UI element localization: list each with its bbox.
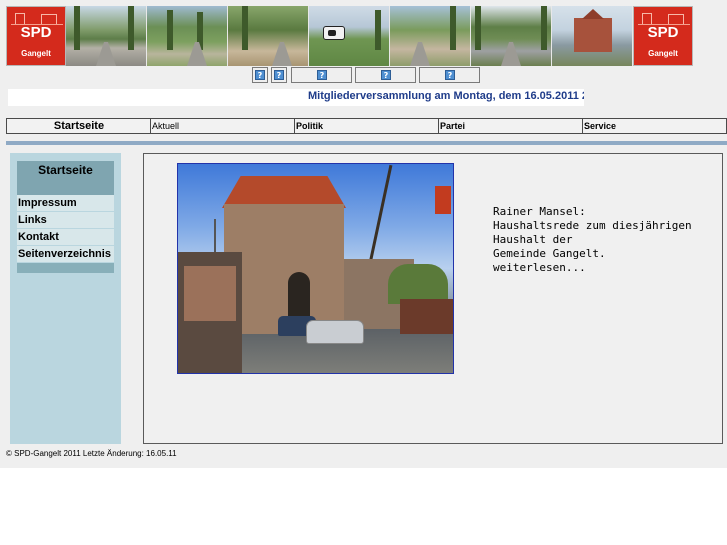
broken-image-icon: ? (445, 70, 455, 80)
town-skyline-icon (638, 11, 690, 25)
quicklink-3[interactable]: ? (291, 67, 352, 83)
spd-logo-left[interactable]: SPD Gangelt (6, 6, 66, 66)
sidebar-item-seitenverzeichnis[interactable]: Seitenverzeichnis (17, 246, 114, 263)
silver-car (306, 320, 364, 344)
nav-item-service[interactable]: Service (583, 119, 726, 133)
cow-icon (323, 26, 345, 40)
town-gate-tower-photo[interactable] (177, 163, 454, 374)
nav-item-aktuell[interactable]: Aktuell (151, 119, 295, 133)
teaser-line: Haushaltsrede zum diesjährigen (493, 219, 692, 232)
banner-photo-5 (390, 6, 471, 66)
shopfront (178, 252, 242, 373)
logo-brand: SPD (647, 24, 679, 41)
tower-gate (288, 272, 310, 322)
main-nav: Startseite Aktuell Politik Partei Servic… (6, 118, 727, 134)
quicklink-row: ? ? ? ? ? (0, 67, 727, 85)
banner-photo-6 (471, 6, 552, 66)
teaser-line: Gemeinde Gangelt. (493, 247, 606, 260)
footer-text: © SPD-Gangelt 2011 Letzte Änderung: 16.0… (6, 449, 177, 458)
sidebar-end-bar (17, 263, 114, 273)
banner-photo-1 (66, 6, 147, 66)
quicklink-1[interactable]: ? (252, 67, 268, 83)
news-ticker-text[interactable]: Mitgliederversammlung am Montag, dem 16.… (308, 90, 584, 102)
banner-photo-4 (309, 6, 390, 66)
nav-item-politik[interactable]: Politik (295, 119, 439, 133)
logo-town: Gangelt (21, 49, 51, 58)
article-teaser: Rainer Mansel: Haushaltsrede zum diesjäh… (493, 205, 713, 275)
quicklink-5[interactable]: ? (419, 67, 480, 83)
quicklink-4[interactable]: ? (355, 67, 416, 83)
banner-photo-3 (228, 6, 309, 66)
town-skyline-icon (11, 11, 63, 25)
sidebar-item-impressum[interactable]: Impressum (17, 195, 114, 212)
nav-item-startseite[interactable]: Startseite (7, 119, 151, 133)
quicklink-2[interactable]: ? (271, 67, 287, 83)
broken-image-icon: ? (381, 70, 391, 80)
broken-image-icon: ? (274, 70, 284, 80)
sidebar-item-links[interactable]: Links (17, 212, 114, 229)
tower-body (224, 204, 344, 334)
teaser-line: Haushalt der (493, 233, 573, 246)
brick-house-icon (574, 18, 612, 52)
broken-image-icon: ? (255, 70, 265, 80)
spd-logo-right[interactable]: SPD Gangelt (633, 6, 693, 66)
main-content: Rainer Mansel: Haushaltsrede zum diesjäh… (143, 153, 723, 444)
logo-town: Gangelt (648, 49, 678, 58)
banner-photo-7 (552, 6, 633, 66)
sidebar-heading[interactable]: Startseite (17, 161, 114, 195)
divider (6, 141, 727, 145)
header-banner: SPD Gangelt SPD Gangelt (6, 6, 726, 66)
logo-brand: SPD (20, 24, 52, 41)
news-ticker[interactable]: Mitgliederversammlung am Montag, dem 16.… (8, 89, 584, 106)
sidebar-item-kontakt[interactable]: Kontakt (17, 229, 114, 246)
nav-item-partei[interactable]: Partei (439, 119, 583, 133)
teaser-line: Rainer Mansel: (493, 205, 586, 218)
read-more-link[interactable]: weiterlesen... (493, 261, 713, 275)
sidebar: Startseite Impressum Links Kontakt Seite… (10, 153, 121, 444)
page: SPD Gangelt SPD Gangelt ? ? ? ? ? Mitgli… (0, 0, 727, 468)
red-sign (435, 186, 451, 214)
broken-image-icon: ? (317, 70, 327, 80)
banner-photo-2 (147, 6, 228, 66)
